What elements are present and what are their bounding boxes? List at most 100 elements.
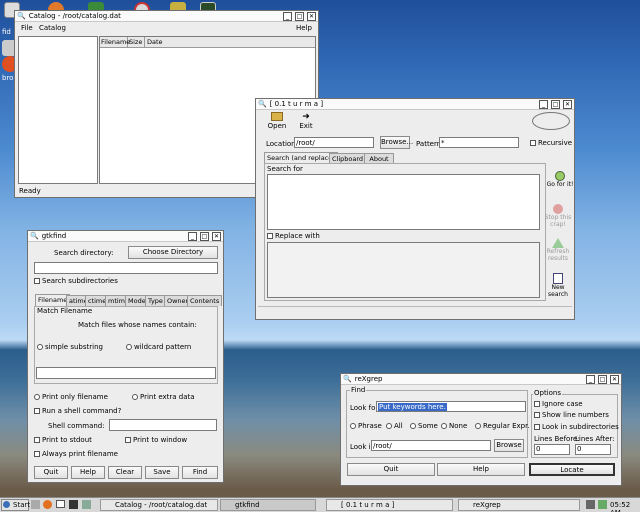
- help-button[interactable]: Help: [437, 463, 525, 476]
- turma-titlebar[interactable]: 🔍 [ 0.1 t u r m a ] _ □ ✕: [256, 99, 574, 110]
- minimize-icon[interactable]: _: [586, 374, 595, 384]
- menu-catalog[interactable]: Catalog: [39, 24, 66, 32]
- close-icon[interactable]: ✕: [307, 11, 316, 21]
- find-button[interactable]: Find: [182, 466, 218, 479]
- print-to-window-label: Print to window: [133, 436, 188, 444]
- replace-with-checkbox[interactable]: Replace with: [267, 232, 320, 240]
- close-icon[interactable]: ✕: [212, 231, 221, 241]
- filename-pattern-input[interactable]: [36, 367, 216, 379]
- settings-icon[interactable]: [82, 500, 91, 509]
- search-directory-input[interactable]: [34, 262, 218, 274]
- task-gtkfind[interactable]: gtkfind: [220, 499, 316, 511]
- maximize-icon[interactable]: □: [598, 374, 607, 384]
- phrase-radio[interactable]: Phrase: [350, 422, 382, 430]
- go-icon: [555, 171, 565, 181]
- lines-after-spinner[interactable]: 0: [575, 444, 611, 455]
- task-turma[interactable]: [ 0.1 t u r m a ]: [326, 499, 453, 511]
- print-to-stdout-checkbox[interactable]: Print to stdout: [34, 436, 92, 444]
- browser-icon[interactable]: [43, 500, 52, 509]
- locate-button[interactable]: Locate: [529, 463, 615, 476]
- all-radio[interactable]: All: [386, 422, 403, 430]
- clock[interactable]: 05:52 AM: [610, 501, 640, 512]
- replace-with-textarea[interactable]: [267, 242, 540, 298]
- checkbox-icon: [534, 401, 540, 407]
- close-icon[interactable]: ✕: [563, 99, 572, 109]
- turma-logo: [532, 112, 570, 130]
- quit-button[interactable]: Quit: [34, 466, 68, 479]
- catalog-titlebar[interactable]: 🔍 Catalog - /root/catalog.dat _ □ ✕: [15, 11, 318, 22]
- go-button[interactable]: Go for it!: [546, 171, 574, 188]
- show-line-numbers-checkbox[interactable]: Show line numbers: [534, 411, 609, 419]
- open-button[interactable]: Open: [266, 112, 288, 130]
- terminal-icon[interactable]: [69, 500, 78, 509]
- search-for-textarea[interactable]: [267, 174, 540, 230]
- help-button[interactable]: Help: [71, 466, 105, 479]
- lines-before-spinner[interactable]: 0: [534, 444, 570, 455]
- clear-button[interactable]: Clear: [108, 466, 142, 479]
- new-search-button[interactable]: New search: [543, 273, 573, 298]
- quit-button[interactable]: Quit: [347, 463, 435, 476]
- regular-expr-radio[interactable]: Regular Expr.: [475, 422, 530, 430]
- checkbox-icon: [534, 412, 540, 418]
- column-date[interactable]: Date: [145, 37, 165, 47]
- look-in-input[interactable]: [371, 440, 491, 451]
- choose-directory-button[interactable]: Choose Directory: [128, 246, 218, 259]
- maximize-icon[interactable]: □: [551, 99, 560, 109]
- exit-button[interactable]: ➜ Exit: [296, 112, 316, 130]
- run-shell-command-label: Run a shell command?: [42, 407, 122, 415]
- stop-button[interactable]: Stop this crap!: [541, 204, 575, 228]
- shell-command-input[interactable]: [109, 419, 217, 431]
- new-search-icon: [553, 273, 563, 284]
- menu-file[interactable]: File: [21, 24, 33, 32]
- column-filename[interactable]: Filename: [100, 37, 130, 47]
- pattern-input[interactable]: [439, 137, 519, 148]
- column-size[interactable]: Size: [128, 37, 145, 47]
- print-only-filename-radio[interactable]: Print only filename: [34, 393, 108, 401]
- tray-icon[interactable]: [586, 500, 595, 509]
- maximize-icon[interactable]: □: [200, 231, 209, 241]
- regular-expr-label: Regular Expr.: [483, 422, 530, 430]
- none-radio[interactable]: None: [441, 422, 467, 430]
- simple-substring-radio[interactable]: simple substring: [37, 343, 103, 351]
- browse-button[interactable]: Browse: [494, 439, 524, 452]
- wildcard-pattern-radio[interactable]: wildcard pattern: [126, 343, 191, 351]
- menu-help[interactable]: Help: [296, 24, 312, 32]
- look-in-subdirectories-checkbox[interactable]: Look in subdirectories: [534, 423, 619, 431]
- browse-button[interactable]: Browse...: [380, 136, 413, 149]
- some-radio[interactable]: Some: [410, 422, 438, 430]
- simple-substring-label: simple substring: [45, 343, 103, 351]
- maximize-icon[interactable]: □: [295, 11, 304, 21]
- refresh-button[interactable]: Refresh results: [542, 238, 574, 262]
- search-subdirectories-checkbox[interactable]: Search subdirectories: [34, 277, 118, 285]
- print-to-window-checkbox[interactable]: Print to window: [125, 436, 187, 444]
- run-shell-command-checkbox[interactable]: Run a shell command?: [34, 407, 121, 415]
- tab-contents[interactable]: Contents: [187, 295, 223, 306]
- radio-icon: [441, 423, 447, 429]
- minimize-icon[interactable]: _: [283, 11, 292, 21]
- radio-icon: [34, 394, 40, 400]
- location-input[interactable]: [294, 137, 374, 148]
- catalog-tree[interactable]: [18, 36, 98, 184]
- desktop-icon-label: bro: [2, 74, 14, 82]
- recursive-checkbox[interactable]: Recursive: [530, 139, 572, 147]
- look-for-input[interactable]: Put keywords here.: [376, 401, 526, 412]
- tray-icon[interactable]: [598, 500, 607, 509]
- task-rexgrep[interactable]: reXgrep: [458, 499, 580, 511]
- refresh-label: Refresh results: [546, 248, 570, 262]
- task-catalog[interactable]: Catalog - /root/catalog.dat: [100, 499, 218, 511]
- quicklaunch-icon[interactable]: [31, 500, 40, 509]
- wildcard-pattern-label: wildcard pattern: [134, 343, 192, 351]
- print-extra-data-radio[interactable]: Print extra data: [132, 393, 195, 401]
- tab-type[interactable]: Type: [145, 295, 166, 306]
- mail-icon[interactable]: [56, 500, 65, 508]
- gtkfind-titlebar[interactable]: 🔍 gtkfind _ □ ✕: [28, 231, 223, 242]
- window-title: gtkfind: [41, 232, 67, 240]
- minimize-icon[interactable]: _: [539, 99, 548, 109]
- close-icon[interactable]: ✕: [610, 374, 619, 384]
- rexgrep-titlebar[interactable]: 🔍 reXgrep _ □ ✕: [341, 374, 621, 385]
- ignore-case-checkbox[interactable]: Ignore case: [534, 400, 583, 408]
- minimize-icon[interactable]: _: [188, 231, 197, 241]
- always-print-filename-checkbox[interactable]: Always print filename: [34, 450, 118, 458]
- print-to-stdout-label: Print to stdout: [42, 436, 92, 444]
- save-button[interactable]: Save: [145, 466, 179, 479]
